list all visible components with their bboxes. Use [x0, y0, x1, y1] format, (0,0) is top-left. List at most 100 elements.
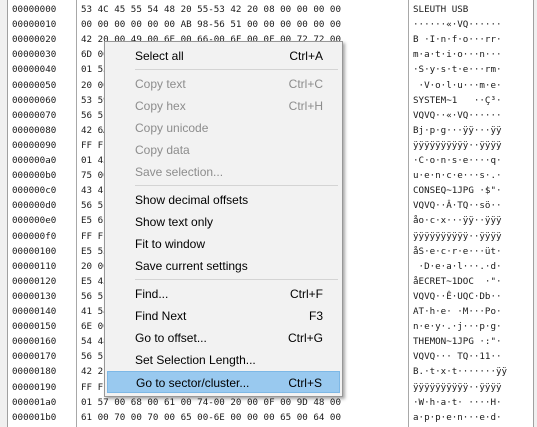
menu-item-save-selection: Save selection...	[107, 161, 340, 183]
menu-item-label: Copy data	[135, 143, 190, 157]
row-ascii-text: åo·c·x···ÿÿ··ÿÿÿ	[413, 215, 502, 227]
menu-item-copy-unicode: Copy unicode	[107, 117, 340, 139]
row-offset: 000000c0	[12, 185, 57, 197]
row-offset: 00000050	[12, 79, 57, 91]
row-ascii-text: ÿÿÿÿÿÿÿÿÿÿ··ÿÿÿÿ	[413, 381, 502, 393]
menu-item-shortcut: Ctrl+H	[288, 99, 323, 113]
menu-item-select-all[interactable]: Select all Ctrl+A	[107, 45, 340, 67]
row-ascii-text: CONSEQ~1JPG ·$"·	[413, 185, 502, 197]
row-offset: 000000b0	[12, 170, 57, 182]
row-offset: 00000170	[12, 351, 57, 363]
row-ascii-text: u·e·n·c·e···s·.·	[413, 170, 502, 182]
menu-item-label: Find...	[135, 287, 169, 301]
row-ascii-text: VQVQ··Â·TQ··sö··	[413, 200, 502, 212]
row-offset: 000001b0	[12, 411, 57, 423]
row-offset: 000001a0	[12, 396, 57, 408]
row-offset: 00000040	[12, 64, 57, 76]
menu-item-label: Go to sector/cluster...	[136, 376, 250, 390]
row-offset: 00000030	[12, 49, 57, 61]
menu-item-find[interactable]: Find... Ctrl+F	[107, 283, 340, 305]
row-ascii-text: ·C·o·n·s·e····q·	[413, 155, 502, 166]
menu-item-save-current-settings[interactable]: Save current settings	[107, 255, 340, 277]
menu-separator	[135, 185, 338, 186]
menu-item-label: Find Next	[135, 309, 187, 323]
row-ascii-text: ······«·VQ······	[413, 19, 502, 31]
menu-item-label: Go to offset...	[135, 331, 207, 345]
row-offset: 000000f0	[12, 230, 57, 242]
menu-item-go-to-sector-cluster[interactable]: Go to sector/cluster... Ctrl+S	[107, 371, 340, 393]
row-offset: 00000000	[12, 4, 57, 15]
row-ascii-text: ÿÿÿÿÿÿÿÿÿÿ··ÿÿÿÿ	[413, 230, 502, 242]
row-offset: 00000080	[12, 124, 57, 136]
row-ascii-text: B.·t·x·t·······ÿÿ	[413, 366, 508, 378]
menu-item-shortcut: Ctrl+C	[288, 77, 323, 91]
menu-item-label: Select all	[135, 49, 184, 63]
row-ascii-text: ·W·h·a·t· ····H·	[413, 396, 502, 408]
row-offset: 00000100	[12, 245, 57, 257]
menu-item-set-selection-length[interactable]: Set Selection Length...	[107, 349, 340, 371]
menu-item-label: Copy hex	[135, 99, 186, 113]
row-ascii-text: AT·h·e· ·M···Po·	[413, 306, 502, 317]
menu-item-shortcut: Ctrl+A	[289, 49, 323, 63]
row-ascii-text: åS·e·c·r·e···üt·	[413, 245, 502, 257]
row-ascii-text: THEMON~1JPG ·:"·	[413, 336, 502, 348]
hex-row[interactable]: 00000010 00 00 00 00 00 00 AB 98-56 51 00…	[8, 17, 533, 32]
row-offset: 00000020	[12, 34, 57, 46]
menu-item-go-to-offset[interactable]: Go to offset... Ctrl+G	[107, 327, 340, 349]
row-ascii-text: m·a·t·i·o···n···	[413, 49, 502, 61]
menu-item-label: Save current settings	[135, 259, 248, 273]
row-ascii-text: VQVQ··Ê·UQC·Db··	[413, 290, 502, 302]
row-offset: 00000010	[12, 19, 57, 31]
row-offset: 00000130	[12, 290, 57, 302]
row-ascii-text: ÿÿÿÿÿÿÿÿÿÿ··ÿÿÿÿ	[413, 139, 502, 151]
row-offset: 00000190	[12, 381, 57, 393]
row-offset: 000000a0	[12, 155, 57, 166]
row-ascii-text: Bj·p·g···ÿÿ···ÿÿ	[413, 124, 502, 136]
menu-item-shortcut: Ctrl+F	[290, 287, 323, 301]
row-offset: 00000110	[12, 260, 57, 272]
menu-item-label: Show text only	[135, 215, 214, 229]
menu-item-label: Set Selection Length...	[135, 353, 256, 367]
row-hex-bytes: 53 4C 45 55 54 48 20 55-53 42 20 08 00 0…	[81, 4, 341, 15]
menu-separator	[135, 279, 338, 280]
row-ascii-text: ·S·y·s·t·e···rm·	[413, 64, 502, 76]
row-offset: 00000150	[12, 321, 57, 333]
row-ascii-text: n·e·y·.·j···p·g·	[413, 321, 502, 333]
row-offset: 00000180	[12, 366, 57, 378]
menu-item-label: Copy unicode	[135, 121, 209, 135]
row-offset: 00000090	[12, 139, 57, 151]
menu-item-copy-hex: Copy hex Ctrl+H	[107, 95, 340, 117]
menu-item-fit-to-window[interactable]: Fit to window	[107, 233, 340, 255]
context-menu: Select all Ctrl+A Copy text Ctrl+C Copy hex C…	[104, 41, 343, 397]
menu-item-show-text-only[interactable]: Show text only	[107, 211, 340, 233]
row-offset: 00000160	[12, 336, 57, 348]
hex-row[interactable]: 00000000 53 4C 45 55 54 48 20 55-53 42 20…	[8, 2, 533, 17]
row-offset: 000000e0	[12, 215, 57, 227]
menu-item-label: Show decimal offsets	[135, 193, 249, 207]
row-ascii-text: VQVQ··«·VQ······	[413, 109, 502, 121]
row-offset: 00000140	[12, 306, 57, 317]
row-hex-bytes: 61 00 70 00 70 00 65 00-6E 00 00 00 65 0…	[81, 411, 341, 423]
menu-item-shortcut: Ctrl+G	[287, 331, 323, 345]
menu-item-find-next[interactable]: Find Next F3	[107, 305, 340, 327]
row-ascii-text: ·D·e·a·l···.·d·	[413, 260, 502, 272]
menu-item-show-decimal-offsets[interactable]: Show decimal offsets	[107, 189, 340, 211]
menu-item-shortcut: F3	[308, 309, 323, 323]
row-hex-bytes: 00 00 00 00 00 00 AB 98-56 51 00 00 00 0…	[81, 19, 341, 31]
row-ascii-text: SLEUTH USB	[413, 4, 469, 15]
menu-item-label: Fit to window	[135, 237, 206, 251]
menu-item-shortcut: Ctrl+S	[288, 376, 322, 390]
row-offset: 00000120	[12, 275, 57, 287]
row-ascii-text: åECRET~1DOC ·"·	[413, 275, 502, 287]
row-ascii-text: B ·I·n·f·o···rr·	[413, 34, 502, 46]
menu-item-label: Copy text	[135, 77, 186, 91]
row-offset: 00000070	[12, 109, 57, 121]
menu-separator	[135, 69, 338, 70]
menu-item-copy-data: Copy data	[107, 139, 340, 161]
hex-row[interactable]: 000001b0 61 00 70 00 70 00 65 00-6E 00 00…	[8, 410, 533, 425]
hex-viewer-window: 00000000 53 4C 45 55 54 48 20 55-53 42 20…	[0, 0, 537, 427]
menu-item-copy-text: Copy text Ctrl+C	[107, 73, 340, 95]
row-offset: 000000d0	[12, 200, 57, 212]
row-ascii-text: a·p·p·e·n···e·d·	[413, 411, 502, 423]
row-ascii-text: VQVQ··· TQ··11··	[413, 351, 502, 363]
